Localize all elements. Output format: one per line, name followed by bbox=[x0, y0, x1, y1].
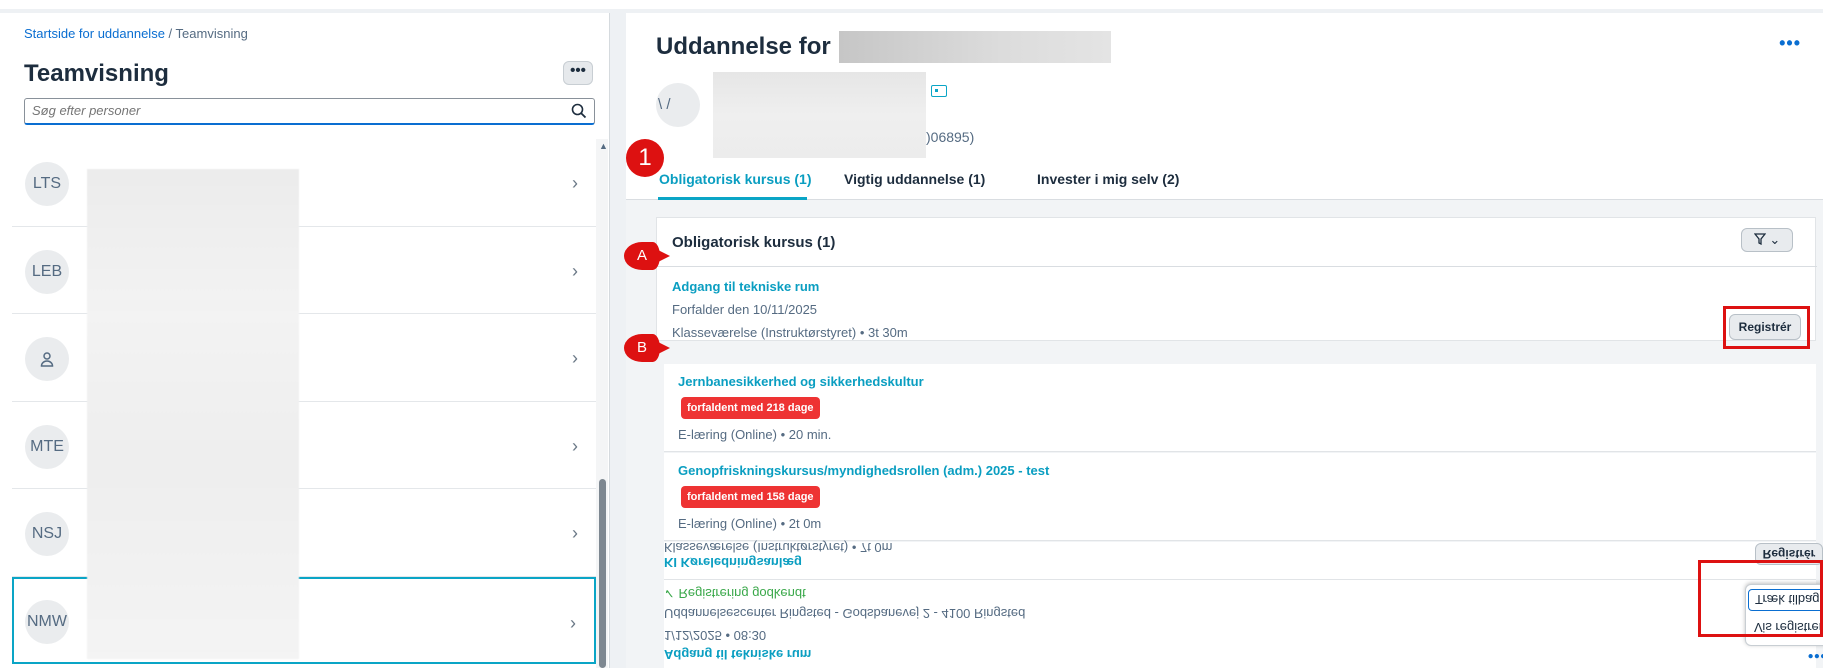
team-panel: Startside for uddannelse / Teamvisning T… bbox=[0, 13, 610, 668]
overdue-course: Jernbanesikkerhed og sikkerhedskultur fo… bbox=[664, 364, 1816, 452]
page-title: Teamvisning bbox=[24, 60, 169, 87]
mandatory-section: Obligatorisk kursus (1) ⌄ Adgang til tek… bbox=[656, 217, 1817, 341]
course-title[interactable]: KI Køreledningsanlæg bbox=[664, 555, 802, 570]
person-icon bbox=[40, 352, 54, 367]
redacted-employee-name bbox=[839, 31, 1111, 63]
more-actions-button[interactable]: ••• bbox=[1808, 647, 1823, 664]
chevron-right-icon: › bbox=[570, 612, 576, 633]
breadcrumb-separator: / bbox=[164, 26, 176, 41]
tab-mandatory[interactable]: Obligatorisk kursus (1) bbox=[659, 171, 811, 187]
chevron-right-icon: › bbox=[572, 435, 578, 456]
overdue-badge: forfaldent med 158 dage bbox=[681, 486, 820, 508]
register-button[interactable]: Registrér bbox=[1729, 314, 1801, 340]
chevron-right-icon: › bbox=[572, 348, 578, 368]
employee-header: Uddannelse for ••• \ / )06895) Obligator… bbox=[626, 13, 1823, 200]
avatar: MTE bbox=[25, 424, 69, 469]
search-icon[interactable] bbox=[571, 103, 587, 119]
top-strip bbox=[0, 0, 1823, 9]
scrollbar[interactable]: ▲ bbox=[596, 139, 608, 668]
more-actions-button[interactable]: ••• bbox=[563, 61, 593, 85]
breadcrumb: Startside for uddannelse / Teamvisning bbox=[24, 26, 248, 41]
scroll-thumb[interactable] bbox=[599, 479, 606, 668]
annotation-marker-1: 1 bbox=[626, 139, 664, 177]
breadcrumb-current: Teamvisning bbox=[175, 26, 248, 41]
chevron-right-icon: › bbox=[572, 173, 578, 193]
filter-button[interactable]: ⌄ bbox=[1741, 228, 1793, 252]
course-due-date: Forfalder den 10/11/2025 bbox=[672, 302, 818, 317]
divider bbox=[657, 266, 1817, 267]
course-meta: E-læring (Online) • 20 min. bbox=[678, 427, 832, 442]
id-card-icon[interactable] bbox=[931, 85, 947, 97]
filter-icon bbox=[1753, 233, 1767, 246]
highlight-box bbox=[1698, 560, 1823, 637]
tab-invest[interactable]: Invester i mig selv (2) bbox=[1037, 171, 1179, 187]
flipped-registered-courses: Adgang til tekniske rum 1/12/2025 • 08:3… bbox=[664, 540, 1823, 668]
avatar: LTS bbox=[25, 162, 69, 206]
panel-title: Uddannelse for bbox=[656, 33, 831, 60]
divider bbox=[664, 579, 1816, 580]
course-meta: E-læring (Online) • 2t 0m bbox=[678, 516, 822, 531]
overdue-badge: forfaldent med 218 dage bbox=[681, 397, 820, 419]
annotation-marker-b: B bbox=[624, 334, 670, 362]
course-meta: Klasseværelse (Instruktørstyret) • 7t 0m bbox=[664, 540, 893, 555]
approved-status: ✓ Registrering godkendt bbox=[664, 586, 806, 601]
course-title[interactable]: Adgang til tekniske rum bbox=[664, 647, 811, 662]
avatar: LEB bbox=[25, 249, 69, 294]
avatar bbox=[25, 337, 69, 381]
chevron-down-icon: ⌄ bbox=[1769, 232, 1781, 247]
course-title[interactable]: Jernbanesikkerhed og sikkerhedskultur bbox=[678, 374, 924, 389]
search-input[interactable] bbox=[25, 99, 545, 122]
course-location: Uddannelsescenter Ringsted - Godsbanevej… bbox=[664, 606, 1026, 621]
training-panel: Uddannelse for ••• \ / )06895) Obligator… bbox=[626, 13, 1823, 668]
chevron-right-icon: › bbox=[572, 523, 578, 543]
course-meta: Klasseværelse (Instruktørstyret) • 3t 30… bbox=[672, 325, 908, 340]
annotation-marker-a: A bbox=[624, 242, 670, 270]
course-title[interactable]: Genopfriskningskursus/myndighedsrollen (… bbox=[678, 463, 1049, 478]
search-field[interactable] bbox=[24, 98, 595, 125]
employee-id: )06895) bbox=[926, 129, 975, 145]
scroll-up-icon[interactable]: ▲ bbox=[599, 141, 608, 151]
employee-avatar: \ / bbox=[656, 83, 700, 127]
more-actions-button[interactable]: ••• bbox=[1779, 33, 1801, 54]
active-tab-indicator bbox=[658, 197, 807, 200]
course-date: 1/12/2025 • 08:30 bbox=[664, 628, 767, 643]
overdue-course: Genopfriskningskursus/myndighedsrollen (… bbox=[664, 453, 1816, 541]
section-title: Obligatorisk kursus (1) bbox=[672, 234, 836, 251]
course-title[interactable]: Adgang til tekniske rum bbox=[672, 279, 819, 294]
avatar: NMW bbox=[25, 599, 69, 644]
redacted-employee-details bbox=[713, 72, 926, 158]
tab-important[interactable]: Vigtig uddannelse (1) bbox=[844, 171, 985, 187]
breadcrumb-home-link[interactable]: Startside for uddannelse bbox=[24, 26, 165, 41]
redacted-names bbox=[87, 169, 299, 659]
chevron-right-icon: › bbox=[572, 260, 578, 281]
avatar: NSJ bbox=[25, 512, 69, 556]
